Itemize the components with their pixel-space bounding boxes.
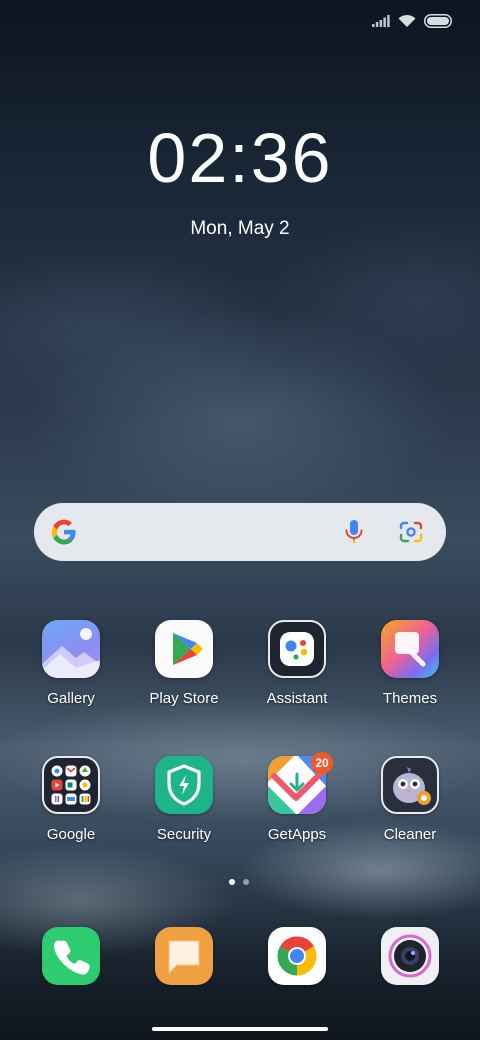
home-gesture-bar[interactable] bbox=[152, 1027, 328, 1031]
page-dot bbox=[243, 879, 249, 885]
status-bar bbox=[372, 14, 452, 28]
mic-icon[interactable] bbox=[343, 518, 365, 546]
gallery-icon bbox=[42, 620, 100, 678]
app-label: Cleaner bbox=[383, 826, 437, 843]
dock-phone[interactable] bbox=[21, 927, 121, 985]
camera-icon bbox=[381, 927, 439, 985]
app-assistant[interactable]: Assistant bbox=[247, 620, 347, 707]
dock-messages[interactable] bbox=[134, 927, 234, 985]
app-cleaner[interactable]: Cleaner bbox=[360, 756, 460, 843]
dock-chrome[interactable] bbox=[247, 927, 347, 985]
app-gallery[interactable]: Gallery bbox=[21, 620, 121, 707]
app-getapps[interactable]: 20 GetApps bbox=[247, 752, 347, 843]
page-dot-active bbox=[229, 879, 235, 885]
app-label: Play Store bbox=[149, 690, 219, 707]
themes-icon bbox=[381, 620, 439, 678]
google-search-bar[interactable] bbox=[34, 503, 446, 561]
wifi-icon bbox=[398, 14, 416, 27]
app-security[interactable]: Security bbox=[134, 756, 234, 843]
lens-icon[interactable] bbox=[398, 520, 424, 544]
google-g-icon bbox=[51, 519, 76, 545]
app-label: GetApps bbox=[267, 826, 327, 843]
clock-time[interactable]: 02:36 bbox=[0, 118, 480, 198]
app-label: Assistant bbox=[266, 690, 328, 707]
assistant-icon bbox=[268, 620, 326, 678]
notification-badge: 20 bbox=[311, 752, 333, 774]
play-store-icon bbox=[155, 620, 213, 678]
phone-icon bbox=[42, 927, 100, 985]
chrome-icon bbox=[268, 927, 326, 985]
app-play-store[interactable]: Play Store bbox=[134, 620, 234, 707]
google-folder-icon bbox=[42, 756, 100, 814]
app-themes[interactable]: Themes bbox=[360, 620, 460, 707]
battery-icon bbox=[424, 14, 452, 28]
app-google-folder[interactable]: Google bbox=[21, 756, 121, 843]
dock-camera[interactable] bbox=[360, 927, 460, 985]
security-icon bbox=[155, 756, 213, 814]
signal-icon bbox=[372, 15, 390, 27]
app-label: Security bbox=[156, 826, 212, 843]
app-label: Google bbox=[46, 826, 96, 843]
page-indicator bbox=[229, 879, 249, 885]
app-label: Gallery bbox=[47, 690, 95, 707]
messages-icon bbox=[155, 927, 213, 985]
clock-date[interactable]: Mon, May 2 bbox=[0, 218, 480, 240]
app-label: Themes bbox=[382, 690, 438, 707]
cleaner-icon bbox=[381, 756, 439, 814]
